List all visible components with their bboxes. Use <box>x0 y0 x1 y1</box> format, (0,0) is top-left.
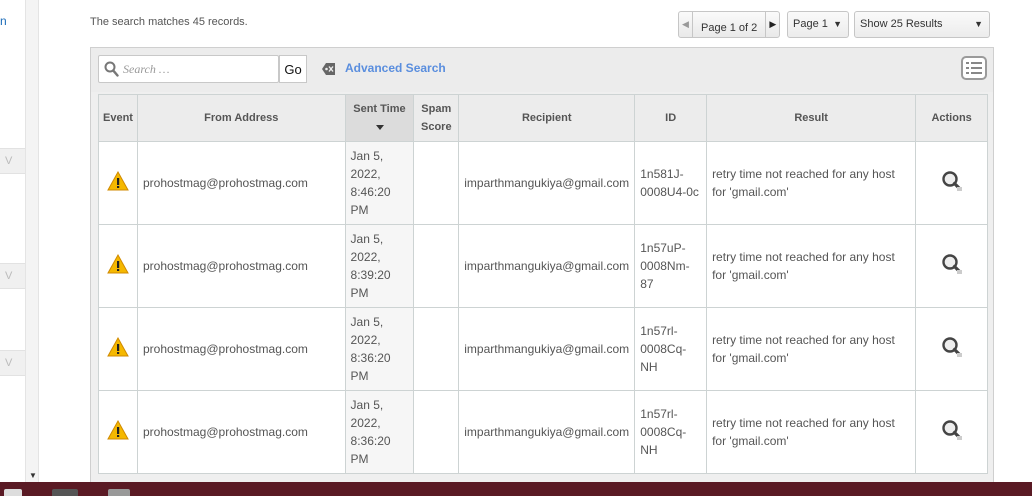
results-table: Event From Address Sent Time Spam Score … <box>98 94 988 474</box>
id-cell: 1n57rl-0008Cq-NH <box>634 307 708 391</box>
recipient-cell: imparthmangukiya@gmail.com <box>458 307 636 391</box>
search-summary: The search matches 45 records. <box>90 16 248 28</box>
results-select-value: Show 25 Results <box>860 18 943 30</box>
next-page-button[interactable]: ▶ <box>765 12 779 37</box>
dropdown-caret-icon: ▼ <box>974 19 983 29</box>
pagination: ◀ Page 1 of 2 ▶ <box>678 11 781 38</box>
spam-score-cell <box>413 307 460 391</box>
from-address-cell: prohostmag@prohostmag.com <box>136 307 346 391</box>
result-cell: retry time not reached for any host for … <box>706 224 917 308</box>
actions-cell <box>915 224 988 308</box>
table-row: prohostmag@prohostmag.com Jan 5, 2022, 8… <box>98 307 988 391</box>
column-menu-button[interactable] <box>961 56 987 80</box>
prev-page-button[interactable]: ◀ <box>679 12 693 37</box>
from-address-cell: prohostmag@prohostmag.com <box>136 224 346 308</box>
result-cell: retry time not reached for any host for … <box>706 307 917 391</box>
column-header-sent-time[interactable]: Sent Time <box>344 94 415 142</box>
magnifier-icon[interactable] <box>941 170 963 195</box>
search-placeholder: Search … <box>123 62 170 76</box>
column-header-result[interactable]: Result <box>706 94 917 142</box>
chevron-down-icon: V <box>5 357 13 369</box>
column-header-event[interactable]: Event <box>98 94 138 142</box>
table-row: prohostmag@prohostmag.com Jan 5, 2022, 8… <box>98 224 988 308</box>
sidebar-expand-toggle[interactable]: V <box>0 350 25 376</box>
page-select[interactable]: Page 1 ▼ <box>787 11 849 38</box>
dropdown-caret-icon: ▼ <box>833 19 842 29</box>
id-cell: 1n57uP-0008Nm-87 <box>634 224 708 308</box>
id-cell: 1n57rl-0008Cq-NH <box>634 390 708 474</box>
chevron-down-icon: V <box>5 270 13 282</box>
chevron-left-icon: ◀ <box>682 19 689 29</box>
sent-time-cell: Jan 5, 2022, 8:36:20 PM <box>344 390 415 474</box>
warning-icon <box>107 419 129 443</box>
sent-time-cell: Jan 5, 2022, 8:36:20 PM <box>344 307 415 391</box>
taskbar-app-icon[interactable] <box>108 489 130 496</box>
column-header-actions: Actions <box>915 94 988 142</box>
sidebar-expand-toggle[interactable]: V <box>0 148 25 174</box>
scroll-down-arrow-icon[interactable]: ▼ <box>29 471 37 480</box>
chevron-right-icon: ▶ <box>769 19 777 29</box>
actions-cell <box>915 390 988 474</box>
event-cell <box>98 224 138 308</box>
search-icon <box>104 61 119 80</box>
actions-cell <box>915 141 988 225</box>
page-select-value: Page 1 <box>793 18 828 30</box>
column-header-recipient[interactable]: Recipient <box>458 94 636 142</box>
spam-score-cell <box>413 224 460 308</box>
go-button[interactable]: Go <box>279 55 307 83</box>
tag-icon <box>322 63 336 78</box>
sent-time-label: Sent Time <box>353 103 406 115</box>
search-input[interactable]: Search … <box>98 55 279 83</box>
spam-score-cell <box>413 390 460 474</box>
search-toolbar: Search … Go Advanced Search <box>91 48 993 92</box>
recipient-cell: imparthmangukiya@gmail.com <box>458 390 636 474</box>
results-per-page-select[interactable]: Show 25 Results ▼ <box>854 11 990 38</box>
column-header-from[interactable]: From Address <box>136 94 346 142</box>
recipient-cell: imparthmangukiya@gmail.com <box>458 224 636 308</box>
warning-icon <box>107 336 129 360</box>
result-cell: retry time not reached for any host for … <box>706 390 917 474</box>
spam-score-cell <box>413 141 460 225</box>
taskbar-app-icon[interactable] <box>52 489 78 496</box>
taskbar-app-icon[interactable] <box>4 489 22 496</box>
chevron-down-icon: V <box>5 155 13 167</box>
actions-cell <box>915 307 988 391</box>
sent-time-cell: Jan 5, 2022, 8:46:20 PM <box>344 141 415 225</box>
advanced-search-link[interactable]: Advanced Search <box>345 61 446 75</box>
os-taskbar <box>0 482 1032 496</box>
event-cell <box>98 390 138 474</box>
event-cell <box>98 141 138 225</box>
warning-icon <box>107 170 129 194</box>
sent-time-cell: Jan 5, 2022, 8:39:20 PM <box>344 224 415 308</box>
magnifier-icon[interactable] <box>941 336 963 361</box>
recipient-cell: imparthmangukiya@gmail.com <box>458 141 636 225</box>
column-header-spam-score[interactable]: Spam Score <box>413 94 460 142</box>
page-indicator: Page 1 of 2 <box>701 22 758 34</box>
sidebar-scrollbar[interactable]: ▼ <box>25 0 39 482</box>
column-header-id[interactable]: ID <box>634 94 708 142</box>
result-cell: retry time not reached for any host for … <box>706 141 917 225</box>
sort-desc-icon <box>376 124 385 130</box>
table-header-row: Event From Address Sent Time Spam Score … <box>98 94 988 142</box>
magnifier-icon[interactable] <box>941 253 963 278</box>
magnifier-icon[interactable] <box>941 419 963 444</box>
sidebar-link-fragment[interactable]: n <box>0 14 7 28</box>
id-cell: 1n581J-0008U4-0c <box>634 141 708 225</box>
from-address-cell: prohostmag@prohostmag.com <box>136 141 346 225</box>
table-row: prohostmag@prohostmag.com Jan 5, 2022, 8… <box>98 141 988 225</box>
sidebar-expand-toggle[interactable]: V <box>0 263 25 289</box>
warning-icon <box>107 253 129 277</box>
left-sidebar-fragment: n V V V <box>0 0 25 482</box>
results-panel: Search … Go Advanced Search Event From A… <box>90 47 994 487</box>
from-address-cell: prohostmag@prohostmag.com <box>136 390 346 474</box>
event-cell <box>98 307 138 391</box>
table-row: prohostmag@prohostmag.com Jan 5, 2022, 8… <box>98 390 988 474</box>
